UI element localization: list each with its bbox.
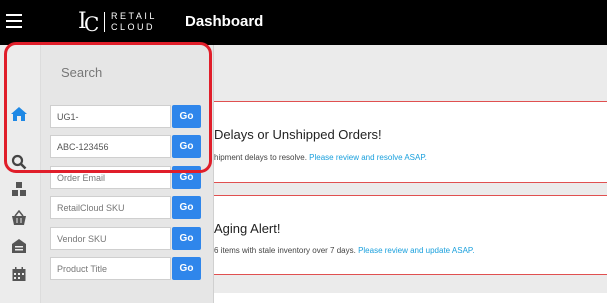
vendor-sku-input[interactable]: [50, 227, 171, 250]
search-row-ug: Go: [50, 105, 202, 128]
alert-description: 6 items with stale inventory over 7 days…: [214, 246, 474, 255]
inventory-icon[interactable]: [8, 178, 30, 200]
warehouse-icon[interactable]: [8, 235, 30, 257]
go-button-4[interactable]: Go: [172, 196, 201, 219]
search-row-rc-sku: Go: [50, 196, 202, 219]
retailcloud-logo[interactable]: IC: [78, 9, 99, 36]
alert-title: Delays or Unshipped Orders!: [214, 127, 382, 142]
product-title-input[interactable]: [50, 257, 171, 280]
logo-divider: [104, 12, 105, 32]
search-input-1[interactable]: [50, 105, 171, 128]
go-button-1[interactable]: Go: [172, 105, 201, 128]
main-content: Delays or Unshipped Orders! hipment dela…: [214, 45, 607, 303]
aging-alert-card: Aging Alert! 6 items with stale inventor…: [214, 195, 607, 275]
go-button-3[interactable]: Go: [172, 166, 201, 189]
basket-icon[interactable]: [8, 207, 30, 229]
sidebar-rail: [0, 45, 41, 303]
menu-icon[interactable]: [6, 14, 22, 28]
go-button-5[interactable]: Go: [172, 227, 201, 250]
next-card: [214, 293, 607, 303]
search-input-2[interactable]: [50, 135, 171, 158]
alert-text: 6 items with stale inventory over 7 days…: [214, 246, 359, 255]
delays-alert-card: Delays or Unshipped Orders! hipment dela…: [214, 101, 607, 183]
search-row-title: Go: [50, 257, 202, 280]
go-button-6[interactable]: Go: [172, 257, 201, 280]
search-icon[interactable]: [8, 151, 30, 173]
page-title: Dashboard: [185, 13, 264, 30]
retailcloud-sku-input[interactable]: [50, 196, 171, 219]
alert-title: Aging Alert!: [214, 221, 281, 236]
home-icon[interactable]: [8, 103, 30, 125]
alert-link[interactable]: Please review and update ASAP.: [358, 246, 474, 255]
alert-text: hipment delays to resolve.: [214, 153, 310, 162]
alert-description: hipment delays to resolve. Please review…: [214, 153, 427, 162]
order-email-input[interactable]: [50, 166, 171, 189]
calendar-icon[interactable]: [8, 263, 30, 285]
search-panel-title: Search: [61, 65, 103, 80]
logo-text-line2: CLOUD: [111, 22, 156, 32]
logo-text-line1: RETAIL: [111, 11, 157, 21]
search-row-order: Go: [50, 135, 202, 158]
logo-text: RETAIL CLOUD: [111, 11, 157, 33]
alert-link[interactable]: Please review and resolve ASAP.: [309, 153, 427, 162]
top-bar: IC RETAIL CLOUD Dashboard: [0, 0, 607, 45]
search-panel: Search Go Go Go Go Go Go: [41, 45, 214, 303]
search-row-vendor-sku: Go: [50, 227, 202, 250]
go-button-2[interactable]: Go: [172, 135, 201, 158]
search-row-email: Go: [50, 166, 202, 189]
